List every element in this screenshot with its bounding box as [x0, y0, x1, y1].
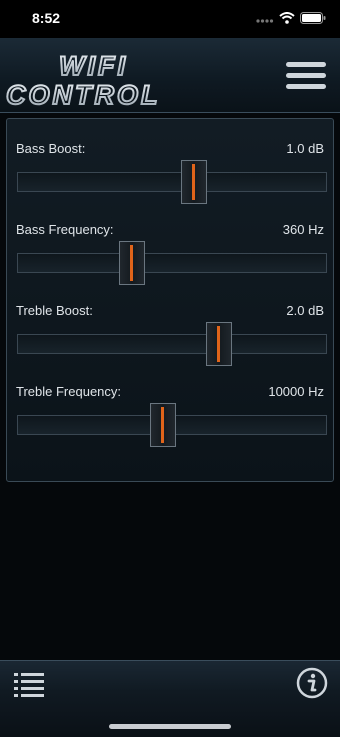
bass-frequency-slider-thumb[interactable] — [118, 241, 145, 285]
home-indicator — [109, 724, 231, 729]
treble-boost-label: Treble Boost: — [16, 303, 93, 318]
treble-boost-track[interactable] — [17, 334, 327, 354]
menu-button[interactable] — [286, 60, 326, 92]
bass-frequency-label: Bass Frequency: — [16, 222, 114, 237]
status-icons — [256, 12, 326, 24]
slider-row-bass-boost: Bass Boost: 1.0 dB — [7, 141, 333, 211]
signal-icon — [256, 19, 274, 23]
treble-frequency-slider-thumb[interactable] — [149, 403, 176, 447]
list-icon — [14, 673, 44, 697]
bass-boost-value: 1.0 dB — [286, 141, 324, 156]
slider-row-treble-boost: Treble Boost: 2.0 dB — [7, 303, 333, 373]
treble-frequency-value: 10000 Hz — [268, 384, 324, 399]
app-header: WIFI CONTROL — [0, 38, 340, 113]
battery-icon — [300, 12, 326, 24]
treble-boost-value: 2.0 dB — [286, 303, 324, 318]
treble-frequency-label: Treble Frequency: — [16, 384, 122, 399]
status-bar: 8:52 — [0, 0, 340, 38]
info-icon — [296, 667, 328, 699]
info-button[interactable] — [296, 667, 328, 699]
status-time: 8:52 — [32, 10, 61, 26]
slider-row-bass-frequency: Bass Frequency: 360 Hz — [7, 222, 333, 292]
bass-boost-track[interactable] — [17, 172, 327, 192]
bass-frequency-value: 360 Hz — [282, 222, 324, 237]
equalizer-panel: Bass Boost: 1.0 dB Bass Frequency: 360 H… — [6, 118, 334, 482]
wifi-icon — [279, 12, 295, 24]
bass-frequency-track[interactable] — [17, 253, 327, 273]
bass-boost-slider-thumb[interactable] — [180, 160, 207, 204]
wifi-control-logo: WIFI CONTROL — [5, 50, 160, 108]
hamburger-menu-icon — [286, 62, 326, 89]
logo-line1: WIFI — [59, 51, 128, 81]
list-button[interactable] — [14, 671, 44, 697]
slider-row-treble-frequency: Treble Frequency: 10000 Hz — [7, 384, 333, 454]
logo-line2: CONTROL — [6, 80, 160, 108]
bass-boost-label: Bass Boost: — [16, 141, 86, 156]
treble-boost-slider-thumb[interactable] — [205, 322, 232, 366]
